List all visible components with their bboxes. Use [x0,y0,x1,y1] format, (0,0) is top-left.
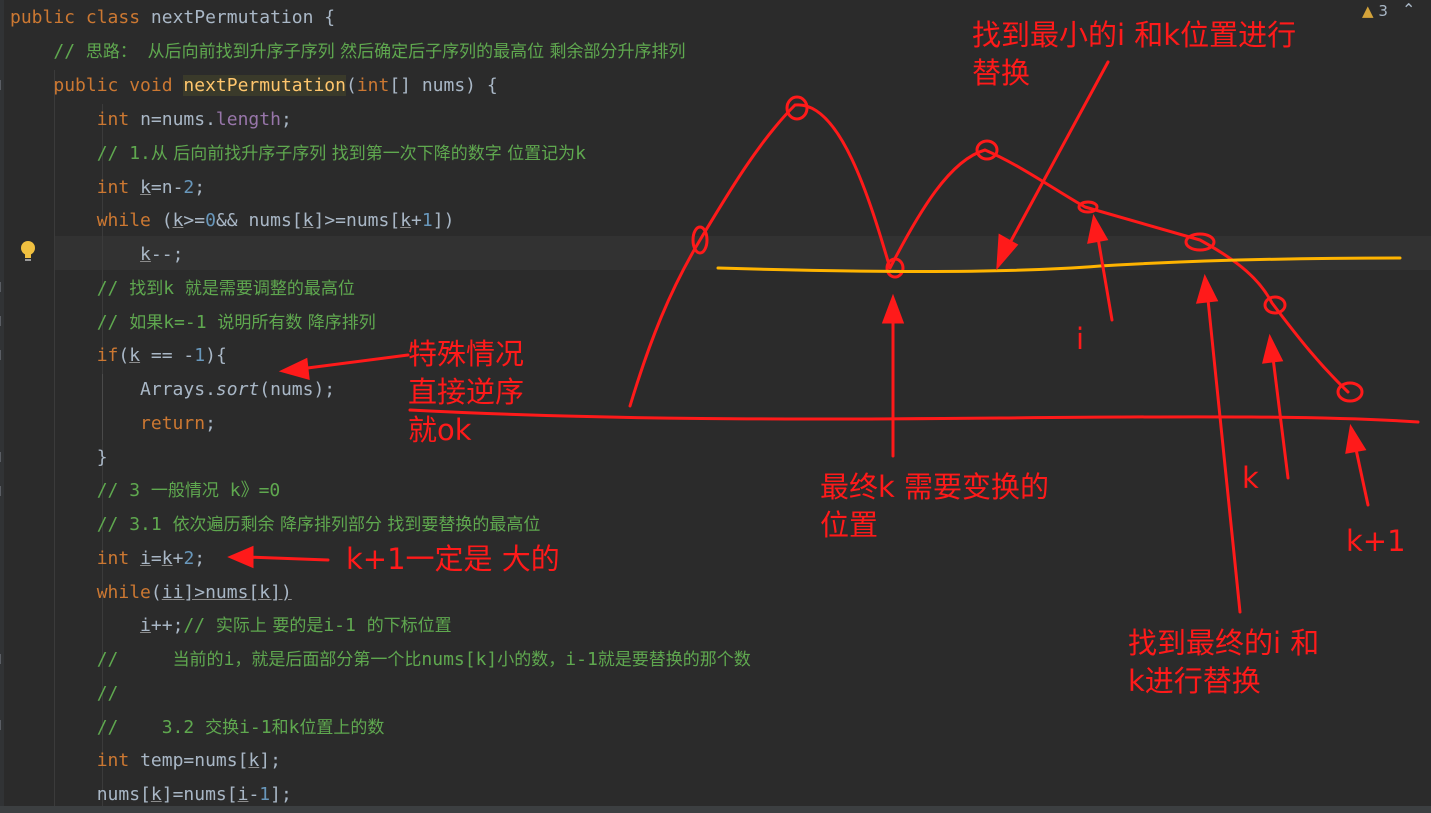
arrow-line [244,555,330,562]
label-i: i [1076,322,1085,356]
arrow-head [1262,333,1284,364]
horizontal-scrollbar[interactable] [0,806,1431,813]
annotation-special-case: 特殊情况 直接逆序 就ok [408,337,525,447]
arrow-head [1087,213,1109,244]
label-k-plus-1: k+1 [1346,524,1406,558]
annotation-final-k: 最终k 需要变换的 位置 [820,470,1050,542]
permutation-curve [628,103,1350,408]
annotation-k-plus-1: k+1一定是 大的 [346,542,560,576]
annotation-top-title: 找到最小的i 和k位置进行 替换 [972,18,1297,90]
arrow-head [1345,423,1367,454]
baseline-line [408,408,1420,424]
label-k: k [1242,461,1259,495]
arrow-line [1270,348,1290,480]
point-marker [1336,381,1364,403]
annotation-final-swap: 找到最终的i 和 k进行替换 [1128,626,1320,698]
point-marker [1184,232,1216,252]
arrow-line [1205,288,1242,614]
arrow-line [290,353,410,372]
arrow-line [1095,230,1114,322]
arrow-head [996,233,1019,271]
arrow-head [227,545,254,569]
arrow-head [881,293,905,324]
threshold-line [716,256,1402,273]
arrow-head [278,357,310,381]
arrow-head [1195,273,1219,304]
